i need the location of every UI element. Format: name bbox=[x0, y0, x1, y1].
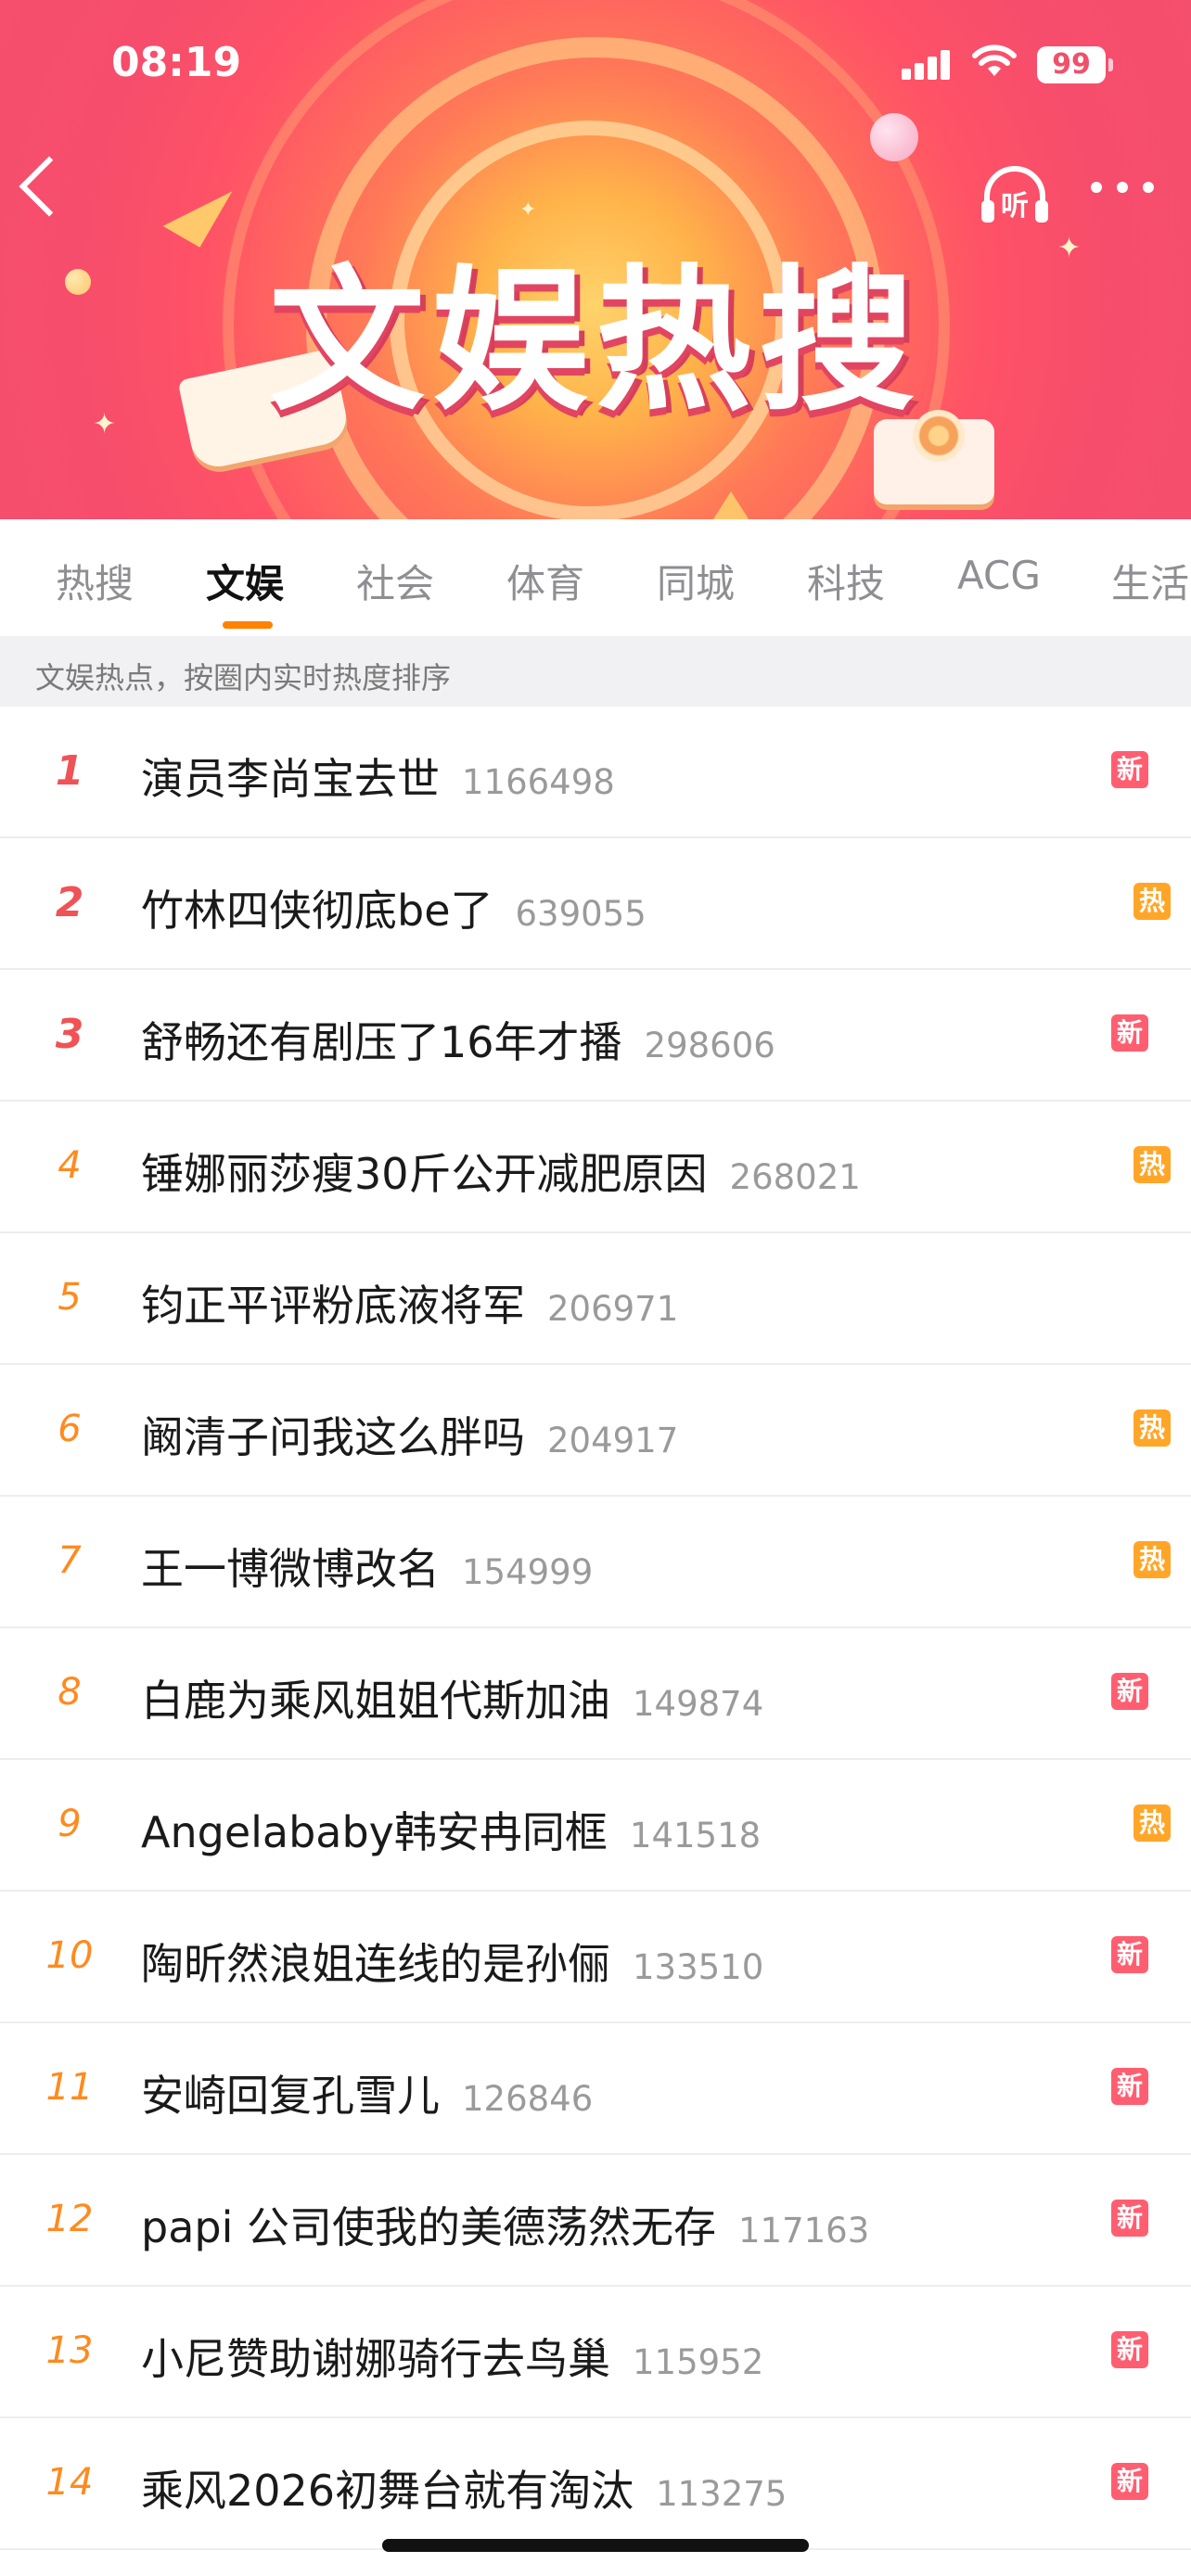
topic-title: 小尼赞助谢娜骑行去鸟巢 bbox=[141, 2334, 610, 2384]
rank-number: 4 bbox=[58, 1144, 82, 1187]
heat-value: 1166498 bbox=[462, 762, 615, 802]
tab-acg[interactable]: ACG bbox=[957, 553, 1041, 598]
heat-value: 117163 bbox=[738, 2211, 870, 2251]
rank-number: 13 bbox=[45, 2329, 94, 2372]
heat-value: 115952 bbox=[633, 2342, 764, 2382]
topic-title: 陶昕然浪姐连线的是孙俪 bbox=[141, 1939, 610, 1989]
new-badge: 新 bbox=[1111, 1014, 1148, 1052]
rank-number: 3 bbox=[55, 1011, 84, 1058]
new-badge: 新 bbox=[1111, 2068, 1148, 2105]
ranking-hint: 文娱热点，按圈内实时热度排序 bbox=[0, 636, 1191, 707]
new-badge: 新 bbox=[1111, 1673, 1148, 1710]
tab-local[interactable]: 同城 bbox=[657, 553, 735, 609]
new-badge: 新 bbox=[1111, 2331, 1148, 2368]
list-item[interactable]: 14 乘风2026初舞台就有淘汰 113275 新 bbox=[0, 2418, 1191, 2550]
list-item[interactable]: 6 阚清子问我这么胖吗 204917 热 bbox=[0, 1365, 1191, 1497]
list-item[interactable]: 10 陶昕然浪姐连线的是孙俪 133510 新 bbox=[0, 1892, 1191, 2023]
heat-value: 639055 bbox=[515, 894, 647, 934]
tab-tech[interactable]: 科技 bbox=[807, 553, 885, 609]
rank-number: 8 bbox=[58, 1671, 82, 1714]
topic-title: 王一博微博改名 bbox=[141, 1544, 440, 1594]
list-item[interactable]: 2 竹林四侠彻底be了 639055 热 bbox=[0, 838, 1191, 970]
heat-value: 204917 bbox=[547, 1421, 679, 1460]
topic-title: 安崎回复孔雪儿 bbox=[141, 2071, 440, 2121]
rank-number: 14 bbox=[45, 2461, 94, 2504]
banner-title: 文娱热搜 bbox=[269, 250, 922, 432]
header-banner: ✦ ✦ ✦ 文娱热搜 08:19 99 听 bbox=[0, 0, 1191, 519]
heat-value: 126846 bbox=[462, 2079, 594, 2119]
hot-badge: 热 bbox=[1133, 1804, 1171, 1842]
topic-title: papi 公司使我的美德荡然无存 bbox=[141, 2202, 716, 2252]
heat-value: 298606 bbox=[644, 1026, 775, 1065]
list-item[interactable]: 8 白鹿为乘风姐姐代斯加油 149874 新 bbox=[0, 1628, 1191, 1760]
rank-number: 2 bbox=[55, 879, 84, 926]
heat-value: 133510 bbox=[633, 1947, 764, 1987]
svg-text:听: 听 bbox=[1001, 190, 1029, 223]
rank-number: 9 bbox=[58, 1803, 82, 1845]
topic-title: 竹林四侠彻底be了 bbox=[141, 886, 493, 936]
listen-icon[interactable]: 听 bbox=[978, 163, 1052, 226]
battery-icon: 99 bbox=[1037, 46, 1113, 83]
list-item[interactable]: 11 安崎回复孔雪儿 126846 新 bbox=[0, 2023, 1191, 2155]
new-badge: 新 bbox=[1111, 751, 1148, 788]
signal-icon bbox=[902, 48, 954, 80]
list-item[interactable]: 5 钧正平评粉底液将军 206971 bbox=[0, 1233, 1191, 1365]
tab-society[interactable]: 社会 bbox=[356, 553, 434, 609]
list-item[interactable]: 13 小尼赞助谢娜骑行去鸟巢 115952 新 bbox=[0, 2287, 1191, 2418]
heat-value: 149874 bbox=[633, 1684, 764, 1724]
tab-sports[interactable]: 体育 bbox=[506, 553, 584, 609]
rank-number: 5 bbox=[58, 1276, 82, 1319]
heat-value: 141518 bbox=[629, 1816, 762, 1855]
list-item[interactable]: 3 舒畅还有剧压了16年才播 298606 新 bbox=[0, 970, 1191, 1102]
topic-title: 演员李尚宝去世 bbox=[141, 754, 440, 804]
status-time: 08:19 bbox=[111, 39, 242, 86]
heat-value: 113275 bbox=[656, 2474, 788, 2514]
rank-number: 11 bbox=[45, 2066, 94, 2109]
hot-search-list: 1 演员李尚宝去世 1166498 新 2 竹林四侠彻底be了 639055 热 3… bbox=[0, 707, 1191, 2550]
more-icon[interactable] bbox=[1091, 182, 1156, 195]
rank-number: 12 bbox=[45, 2198, 94, 2240]
ranking-hint-text: 文娱热点，按圈内实时热度排序 bbox=[35, 660, 452, 695]
rank-number: 7 bbox=[58, 1539, 82, 1582]
topic-title: 乘风2026初舞台就有淘汰 bbox=[141, 2466, 634, 2516]
active-tab-indicator bbox=[223, 621, 273, 629]
back-icon[interactable] bbox=[19, 156, 80, 217]
topic-title: 阚清子问我这么胖吗 bbox=[141, 1412, 525, 1462]
category-tabs: 热搜 文娱 社会 体育 同城 科技 ACG 生活 bbox=[0, 519, 1191, 636]
rank-number: 1 bbox=[55, 747, 84, 795]
topic-title: 舒畅还有剧压了16年才播 bbox=[141, 1017, 622, 1067]
tab-hot-search[interactable]: 热搜 bbox=[56, 553, 134, 609]
new-badge: 新 bbox=[1111, 2463, 1148, 2500]
home-indicator[interactable] bbox=[382, 2539, 809, 2552]
hot-badge: 热 bbox=[1133, 1541, 1171, 1578]
list-item[interactable]: 9 Angelababy韩安冉同框 141518 热 bbox=[0, 1760, 1191, 1892]
heat-value: 268021 bbox=[729, 1157, 861, 1197]
list-item[interactable]: 4 锤娜丽莎瘦30斤公开减肥原因 268021 热 bbox=[0, 1102, 1191, 1233]
topic-title: 白鹿为乘风姐姐代斯加油 bbox=[141, 1676, 610, 1726]
topic-title: 锤娜丽莎瘦30斤公开减肥原因 bbox=[141, 1149, 708, 1199]
rank-number: 10 bbox=[45, 1934, 94, 1977]
list-item[interactable]: 7 王一博微博改名 154999 热 bbox=[0, 1497, 1191, 1628]
triangle-decoration bbox=[705, 491, 757, 519]
rank-number: 6 bbox=[58, 1408, 82, 1450]
list-item[interactable]: 12 papi 公司使我的美德荡然无存 117163 新 bbox=[0, 2155, 1191, 2287]
list-item[interactable]: 1 演员李尚宝去世 1166498 新 bbox=[0, 707, 1191, 838]
new-badge: 新 bbox=[1111, 1936, 1148, 1973]
wifi-icon bbox=[972, 43, 1017, 87]
planet-decoration bbox=[870, 113, 918, 161]
heat-value: 206971 bbox=[547, 1289, 679, 1329]
hot-badge: 热 bbox=[1133, 883, 1171, 920]
tab-entertainment[interactable]: 文娱 bbox=[206, 553, 284, 609]
hot-badge: 热 bbox=[1133, 1409, 1171, 1447]
tab-life[interactable]: 生活 bbox=[1111, 553, 1189, 609]
topic-title: Angelababy韩安冉同框 bbox=[141, 1807, 608, 1857]
topic-title: 钧正平评粉底液将军 bbox=[141, 1281, 525, 1331]
heat-value: 154999 bbox=[462, 1552, 594, 1592]
hot-badge: 热 bbox=[1133, 1146, 1171, 1183]
new-badge: 新 bbox=[1111, 2200, 1148, 2237]
